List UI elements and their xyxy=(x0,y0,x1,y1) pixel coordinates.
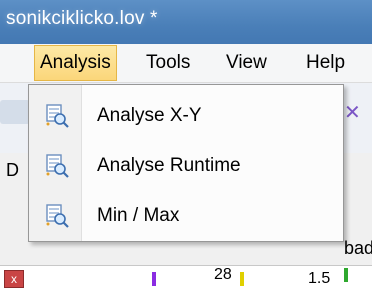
menu-view[interactable]: View xyxy=(226,44,267,82)
title-bar: sonikciklicko.lov * xyxy=(0,0,372,44)
plot-marker-green xyxy=(344,268,348,282)
analysis-dropdown: Analyse X-Y Analyse Runtime Min / Max xyxy=(28,84,344,242)
menu-item-analyse-runtime[interactable]: Analyse Runtime xyxy=(29,141,343,191)
menu-edge-fragment xyxy=(0,44,6,82)
menu-item-analyse-xy[interactable]: Analyse X-Y xyxy=(29,91,343,141)
magnifier-table-icon xyxy=(46,154,69,178)
magnifier-table-icon xyxy=(46,204,69,228)
menu-analysis[interactable]: Analysis xyxy=(34,45,117,81)
menu-item-label: Min / Max xyxy=(97,205,180,226)
left-text-fragment: D xyxy=(6,160,19,180)
menu-item-min-max[interactable]: Min / Max xyxy=(29,191,343,241)
panel-label-fragment: bad xyxy=(344,238,372,258)
menu-tools[interactable]: Tools xyxy=(146,44,190,82)
plot-tick-label: 28 xyxy=(214,266,232,283)
window-title: sonikciklicko.lov * xyxy=(6,8,158,29)
magnifier-table-icon xyxy=(46,104,69,128)
close-x-icon[interactable]: ✕ xyxy=(344,100,368,128)
toolbar-tool-icon[interactable] xyxy=(0,100,30,124)
plot-marker-purple xyxy=(152,272,156,286)
menu-item-label: Analyse X-Y xyxy=(97,105,202,126)
plot-marker-yellow xyxy=(240,272,244,286)
menu-help[interactable]: Help xyxy=(306,44,345,82)
close-panel-icon[interactable]: x xyxy=(4,270,24,288)
plot-tick-label: 1.5 xyxy=(308,270,331,287)
menu-bar: Analysis Tools View Help xyxy=(0,44,372,83)
menu-item-label: Analyse Runtime xyxy=(97,155,241,176)
